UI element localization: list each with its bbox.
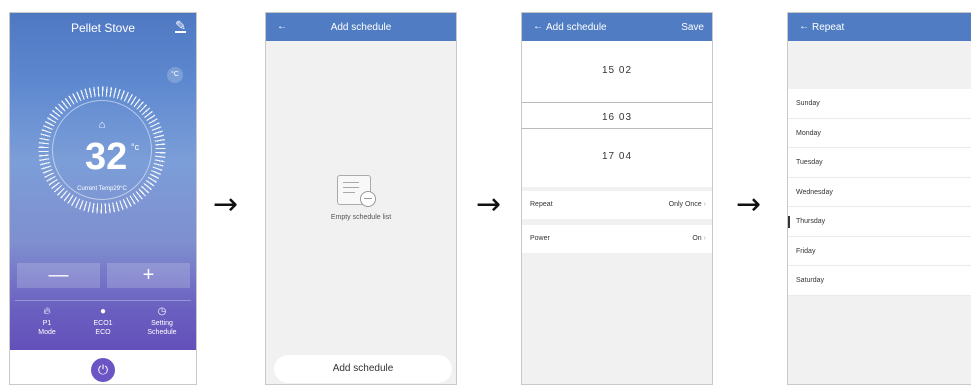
picker-divider — [522, 102, 712, 103]
empty-list-text: Empty schedule list — [330, 214, 392, 221]
temperature-value: 32 — [85, 136, 128, 178]
bottom-bar: ⏻ — [10, 350, 196, 384]
picker-row[interactable]: 17 04 — [522, 151, 712, 162]
page-title: Pellet Stove — [70, 21, 136, 35]
picker-row[interactable]: 15 02 — [522, 65, 712, 76]
power-row[interactable]: Power On › — [522, 225, 712, 253]
schedule-label: Schedule — [147, 329, 177, 336]
pellet-stove-screen: Pellet Stove ✎ °C ⌂ 32 °c Current Temp29… — [9, 12, 197, 385]
page-title: Repeat — [812, 22, 845, 33]
repeat-screen: ← Repeat Sunday Monday Tuesday Wednesday… — [787, 12, 971, 385]
eco-button[interactable]: ● ECO1 ECO — [74, 305, 132, 337]
power-value: On › — [692, 235, 706, 242]
chevron-right-icon: › — [703, 201, 706, 208]
add-schedule-empty-screen: ← Add schedule Empty schedule list Add s… — [265, 12, 457, 385]
home-icon: ⌂ — [98, 119, 106, 131]
day-item-wednesday[interactable]: Wednesday — [788, 178, 971, 207]
flame-icon: 🔥︎ — [43, 306, 51, 317]
repeat-row[interactable]: Repeat Only Once › — [522, 191, 712, 219]
leaf-icon: ● — [99, 306, 107, 317]
picker-row-selected[interactable]: 16 03 — [522, 112, 712, 123]
schedule-button[interactable]: ◷ Setting Schedule — [133, 305, 191, 337]
flow-arrow-1: → — [213, 187, 239, 222]
temperature-unit: °c — [131, 142, 140, 152]
increase-button[interactable]: + — [107, 263, 190, 288]
flow-arrow-2: → — [476, 187, 502, 222]
chevron-right-icon: › — [703, 235, 706, 242]
current-temperature: Current Temp29°C — [77, 186, 127, 192]
day-list: Sunday Monday Tuesday Wednesday Thursday… — [788, 89, 971, 296]
mode-button[interactable]: 🔥︎ P1 Mode — [18, 305, 76, 337]
text-cursor — [788, 216, 790, 228]
save-button[interactable]: Save — [681, 22, 704, 33]
pencil-icon[interactable]: ✎ — [175, 19, 186, 33]
day-item-thursday[interactable]: Thursday — [788, 207, 971, 237]
repeat-label: Repeat — [530, 201, 553, 208]
back-arrow-icon[interactable]: ← — [533, 21, 543, 32]
clock-icon: ◷ — [157, 306, 167, 317]
flow-arrow-3: → — [736, 187, 762, 222]
unit-toggle-button[interactable]: °C — [167, 67, 183, 83]
header: ← Add schedule Save — [522, 13, 712, 41]
back-arrow-icon[interactable]: ← — [799, 21, 809, 32]
add-schedule-edit-screen: ← Add schedule Save 15 02 16 03 17 04 Re… — [521, 12, 713, 385]
header: ← Add schedule — [266, 13, 456, 41]
mode-label: Mode — [38, 329, 56, 336]
eco-label: ECO — [95, 329, 111, 336]
picker-divider — [522, 128, 712, 129]
repeat-value: Only Once › — [668, 201, 706, 208]
day-item-monday[interactable]: Monday — [788, 119, 971, 148]
power-icon[interactable]: ⏻ — [91, 358, 115, 382]
temperature-dial[interactable]: ⌂ 32 °c Current Temp29°C — [38, 86, 166, 214]
header: ← Repeat — [788, 13, 971, 41]
decrease-button[interactable]: — — [17, 263, 100, 288]
page-title: Add schedule — [546, 22, 607, 33]
add-schedule-button[interactable]: Add schedule — [274, 355, 452, 383]
page-title: Add schedule — [330, 22, 392, 33]
time-picker[interactable]: 15 02 16 03 17 04 — [522, 41, 712, 187]
day-item-sunday[interactable]: Sunday — [788, 89, 971, 119]
mode-value: P1 — [42, 320, 52, 327]
empty-list-icon — [337, 175, 376, 207]
eco-value: ECO1 — [93, 320, 113, 327]
schedule-value: Setting — [151, 320, 173, 327]
day-item-saturday[interactable]: Saturday — [788, 266, 971, 296]
day-item-tuesday[interactable]: Tuesday — [788, 148, 971, 178]
day-item-friday[interactable]: Friday — [788, 237, 971, 266]
power-label: Power — [530, 235, 550, 242]
mode-bar: 🔥︎ P1 Mode ● ECO1 ECO ◷ Setting Schedule — [15, 300, 191, 354]
